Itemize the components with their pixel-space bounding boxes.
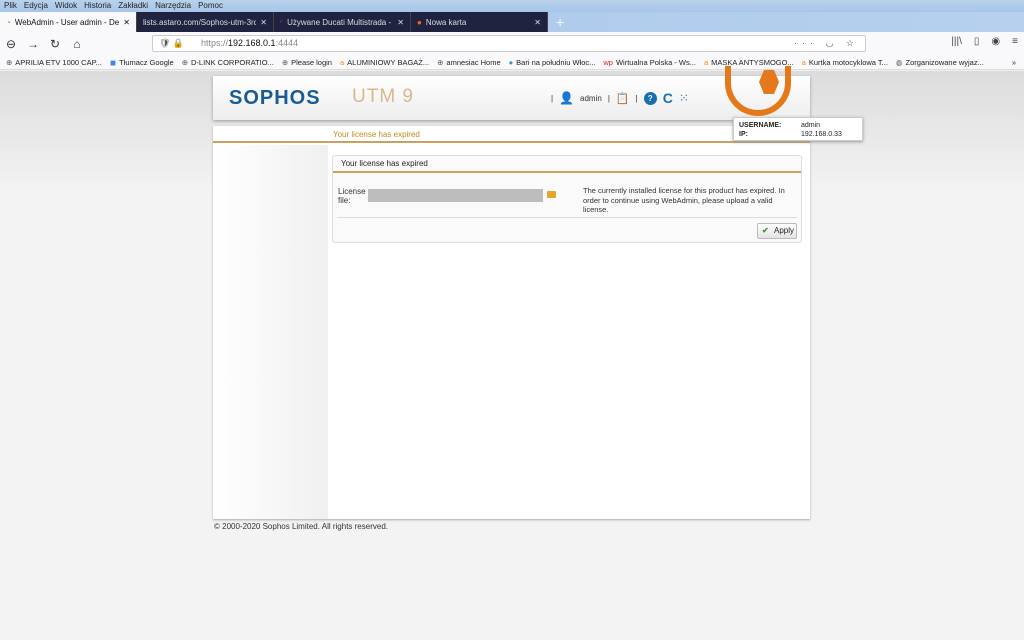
license-file-input[interactable]	[368, 189, 543, 202]
tab-strip: ◔ WebAdmin - User admin - Dev ✕ lists.asta…	[0, 12, 572, 32]
menu-pomoc[interactable]: Pomoc	[198, 0, 223, 12]
menu-bar: Plik Edycja Widok Historia Zakładki Narz…	[0, 0, 1024, 12]
clipboard-icon[interactable]: 📋	[616, 92, 630, 105]
bookmark[interactable]: ⊕ D-LINK CORPORATIO...	[182, 55, 274, 69]
bookmark[interactable]: ◍ Zorganizowane wyjaz...	[896, 55, 984, 69]
close-tab-icon[interactable]: ✕	[260, 18, 267, 27]
product-name: UTM 9	[352, 86, 414, 107]
tab-lists-astaro[interactable]: lists.astaro.com/Sophos-utm-3rd-p ✕	[137, 12, 274, 32]
apply-button[interactable]: ✔ Apply	[757, 223, 797, 239]
menu-widok[interactable]: Widok	[55, 0, 77, 12]
license-file-label: License file:	[338, 187, 366, 205]
sidebar	[213, 145, 328, 519]
close-tab-icon[interactable]: ✕	[123, 18, 130, 27]
bookmark[interactable]: a ALUMINIOWY BAGAŻ...	[340, 55, 429, 69]
bookmark[interactable]: ⊕ amnesiac Home	[437, 55, 501, 69]
bookmark[interactable]: a Kurtka motocyklowa T...	[802, 55, 888, 69]
sidebar-icon[interactable]: ▯	[974, 36, 980, 47]
nav-bar: ⊖ → ↻ ⌂ 🛡 🔒 https://192.168.0.1:4444 ···…	[0, 32, 1024, 55]
more-bookmarks-icon[interactable]: »	[1012, 55, 1016, 70]
panel-title: Your license has expired	[333, 156, 801, 173]
lock-icon: 🛡 🔒	[159, 38, 185, 48]
page-title: Your license has expired	[213, 126, 810, 143]
menu-historia[interactable]: Historia	[84, 0, 111, 12]
tab-webadmin[interactable]: ◔ WebAdmin - User admin - Dev ✕	[0, 12, 137, 32]
home-icon[interactable]: ⌂	[66, 37, 88, 51]
reload-icon[interactable]: ↻	[44, 37, 66, 51]
user-tooltip: USERNAME: admin IP: 192.168.0.33	[733, 117, 863, 141]
loading-icon: ⁙	[678, 91, 689, 105]
close-tab-icon[interactable]: ✕	[534, 18, 541, 27]
close-tab-icon[interactable]: ✕	[397, 18, 404, 27]
tab-ducati[interactable]: ◜ Używane Ducati Multistrada - S ✕	[274, 12, 411, 32]
help-icon[interactable]: ?	[643, 91, 657, 105]
license-panel: Your license has expired License file: T…	[332, 155, 802, 243]
menu-zakladki[interactable]: Zakładki	[118, 0, 148, 12]
firefox-icon: ●	[417, 17, 422, 27]
site-favicon-icon: ◜	[280, 17, 284, 27]
refresh-icon[interactable]: C	[663, 90, 673, 106]
webadmin-page: SOPHOS UTM 9 | 👤 admin | 📋 | ? C ⁙ Your lice…	[0, 66, 1024, 640]
checkmark-icon: ✔	[762, 226, 769, 235]
tab-new[interactable]: ● Nowa karta ✕	[411, 12, 548, 32]
sophos-header: SOPHOS UTM 9 | 👤 admin | 📋 | ? C ⁙	[213, 66, 810, 120]
sophos-logo: SOPHOS	[229, 87, 321, 109]
menu-plik[interactable]: Plik	[4, 0, 17, 12]
folder-icon[interactable]	[547, 191, 556, 198]
hamburger-menu-icon[interactable]: ≡	[1012, 36, 1018, 47]
bookmark[interactable]: ⊕ APRILIA ETV 1000 CAP...	[6, 55, 102, 69]
back-icon[interactable]: ⊖	[0, 37, 22, 51]
sophos-emblem-icon	[725, 66, 791, 116]
bookmarks-bar: ⊕ APRILIA ETV 1000 CAP... ◼ Tłumacz Google…	[0, 55, 1024, 70]
url-bar[interactable]: 🛡 🔒 https://192.168.0.1:4444 ··· ◡ ☆	[152, 35, 866, 52]
user-name[interactable]: admin	[580, 94, 602, 103]
bookmark[interactable]: ◼ Tłumacz Google	[110, 55, 174, 69]
bookmark[interactable]: wp Wirtualna Polska - Ws...	[603, 55, 696, 69]
main-content: Your license has expired Your license ha…	[213, 126, 810, 519]
new-tab-button[interactable]: +	[548, 12, 572, 32]
bookmark[interactable]: ● Bari na południu Włoc...	[509, 55, 596, 69]
page-actions-icon[interactable]: ··· ◡ ☆	[794, 36, 859, 51]
footer-copyright: © 2000-2020 Sophos Limited. All rights r…	[214, 522, 388, 531]
library-icon[interactable]: |||\	[951, 36, 962, 47]
license-description: The currently installed license for this…	[583, 186, 785, 214]
account-icon[interactable]: ◉	[991, 36, 1000, 47]
forward-icon[interactable]: →	[22, 37, 44, 51]
divider	[337, 217, 797, 218]
bookmark[interactable]: ⊕ Please login	[282, 55, 332, 69]
sophos-favicon-icon: ◔	[6, 17, 11, 27]
user-icon[interactable]: 👤	[559, 91, 574, 105]
menu-narzedzia[interactable]: Narzędzia	[155, 0, 191, 12]
menu-edycja[interactable]: Edycja	[24, 0, 48, 12]
